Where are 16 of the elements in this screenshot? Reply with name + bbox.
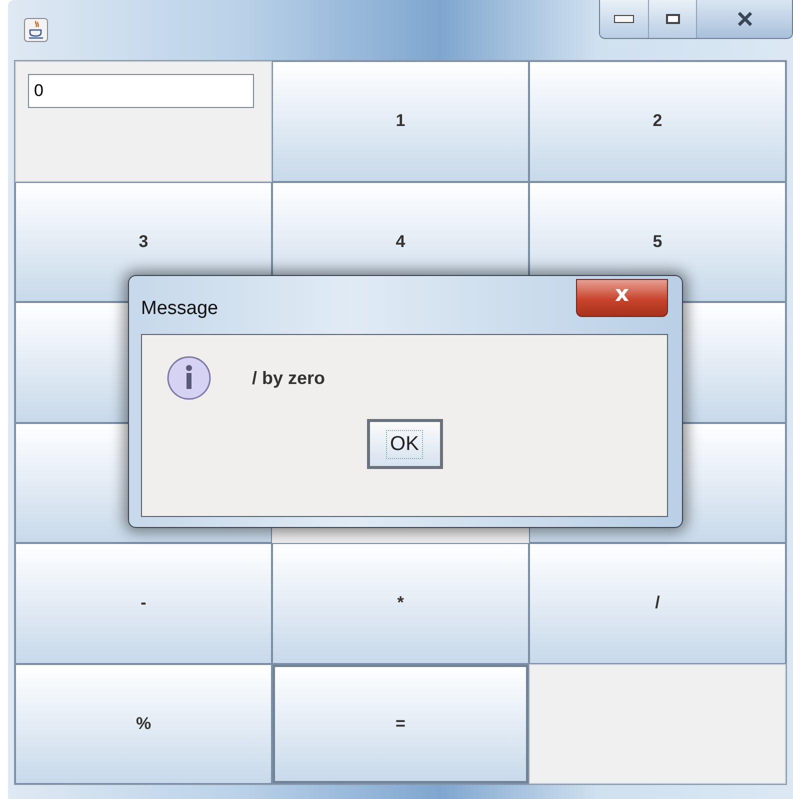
display-field[interactable]: 0 [28,74,254,108]
calculator-key[interactable]: * [272,543,529,664]
maximize-button[interactable] [648,0,696,38]
close-button[interactable] [696,0,792,38]
minimize-button[interactable] [600,0,648,38]
ok-button[interactable]: OK [366,419,442,469]
coffee-cup-icon [24,18,48,42]
calculator-key[interactable]: - [15,543,272,664]
info-icon [166,355,212,401]
close-button[interactable]: x [576,279,668,317]
calculator-key[interactable]: 2 [529,61,786,182]
calculator-key[interactable]: / [529,543,786,664]
calculator-key[interactable]: % [15,664,272,784]
calculator-key[interactable]: 1 [272,61,529,182]
calculator-key[interactable]: = [272,664,529,784]
message-text: / by zero [252,368,326,388]
